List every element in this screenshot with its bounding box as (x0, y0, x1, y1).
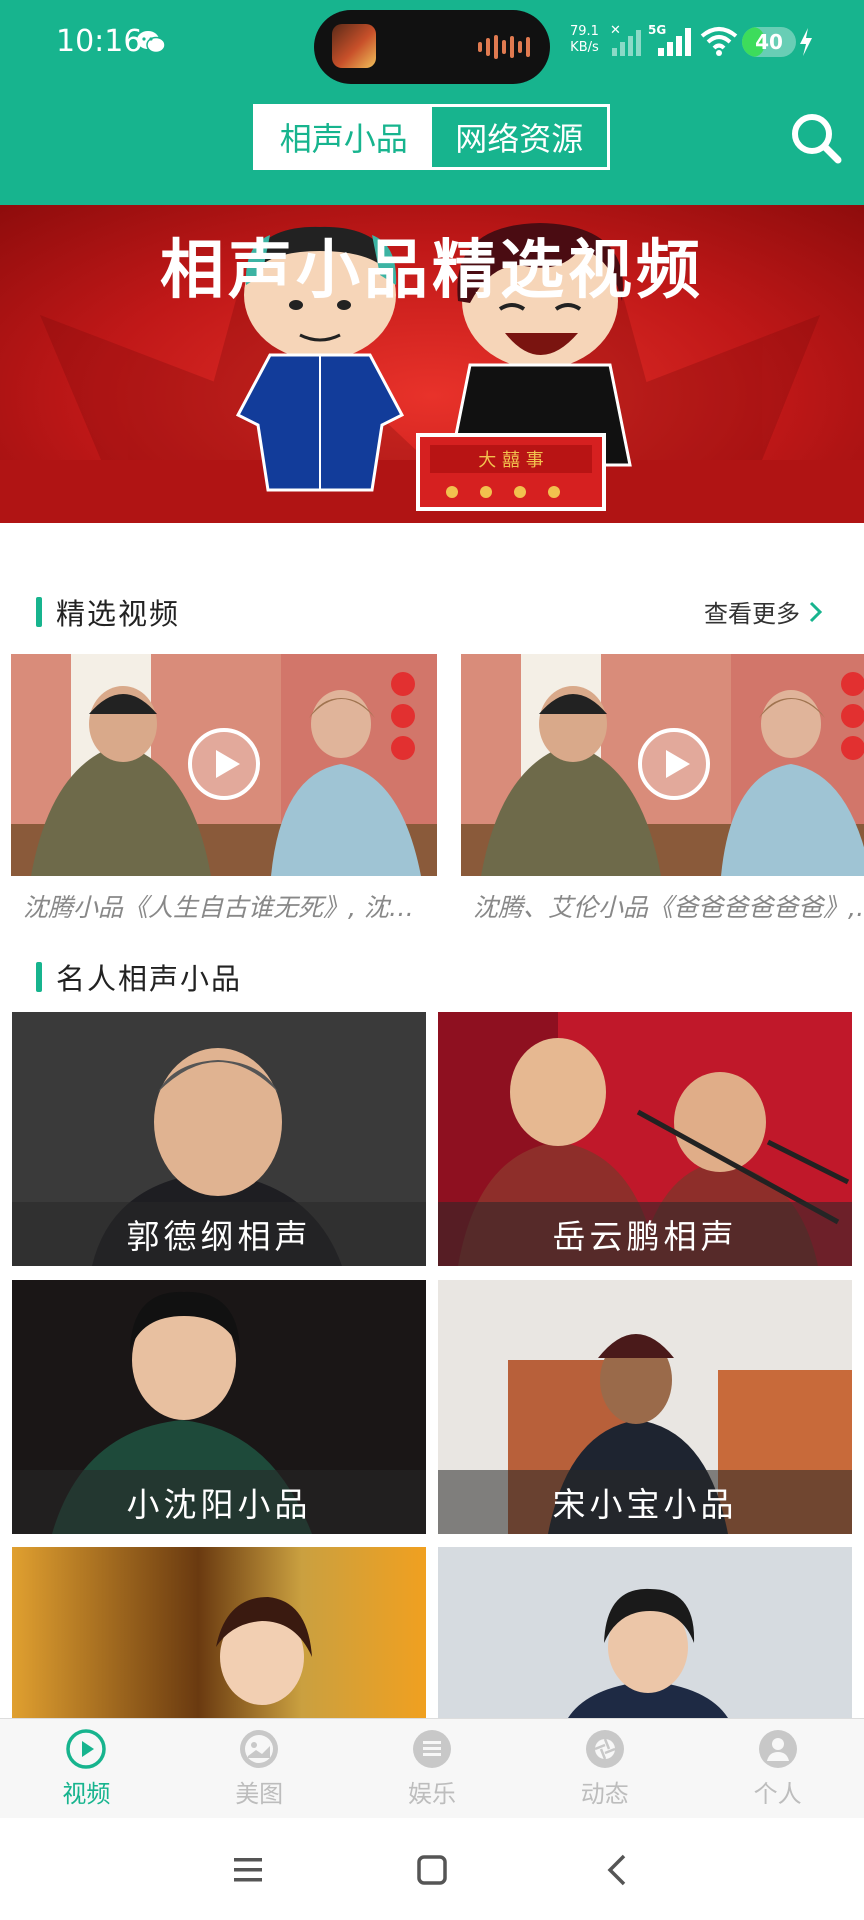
view-more-label[interactable]: 查看更多 (704, 594, 800, 629)
celebrity-label: 郭德纲相声 (12, 1202, 426, 1266)
celebrity-card[interactable] (438, 1547, 852, 1718)
battery-level: 40 (755, 30, 783, 54)
image-icon (240, 1730, 279, 1768)
menu-icon[interactable] (226, 1848, 270, 1892)
nav-label: 视频 (62, 1780, 111, 1808)
celebrity-label: 岳云鹏相声 (438, 1202, 852, 1266)
wechat-icon (137, 31, 166, 54)
list-icon (412, 1730, 451, 1768)
home-icon[interactable] (410, 1848, 454, 1892)
section-accent-bar (36, 597, 42, 627)
svg-text:✕: ✕ (610, 23, 621, 38)
net-speed: 79.1 KB/s (570, 24, 599, 56)
celebrity-card[interactable] (12, 1547, 426, 1718)
tab-network-resources[interactable]: 网络资源 (432, 107, 608, 167)
aperture-icon (585, 1730, 624, 1768)
battery-indicator: 40 (742, 27, 796, 57)
celebrity-photo (12, 1547, 426, 1718)
dynamic-island[interactable] (314, 10, 550, 84)
video-caption: 沈腾小品《人生自古谁无死》, 沈腾… (23, 893, 437, 922)
wifi-icon (700, 27, 738, 56)
signal-5g-icon: 5G (648, 23, 691, 56)
nav-item-images[interactable]: 美图 (173, 1719, 346, 1818)
bottom-nav: 视频 美图 娱乐 动态 个人 (0, 1718, 864, 1818)
view-more-link[interactable]: 查看更多 (704, 594, 824, 629)
nav-item-profile[interactable]: 个人 (691, 1719, 864, 1818)
play-icon (66, 1729, 107, 1769)
section-accent-bar (36, 962, 42, 992)
video-caption: 沈腾、艾伦小品《爸爸爸爸爸爸》, … (473, 893, 864, 922)
person-icon (758, 1730, 797, 1768)
status-time: 10:16 (56, 24, 143, 59)
nav-label: 美图 (235, 1780, 284, 1808)
no-signal-icon: ✕ (610, 23, 641, 56)
featured-section-header: 精选视频 (36, 592, 180, 632)
nav-item-video[interactable]: 视频 (0, 1719, 173, 1818)
celebrity-photo (438, 1547, 852, 1718)
celebrity-section-header: 名人相声小品 (36, 957, 242, 997)
media-thumbnail (332, 24, 376, 68)
charging-icon (800, 28, 812, 56)
promo-banner[interactable]: 大 囍 事 相声小品精选视频 (0, 205, 864, 523)
tab-crosstalk[interactable]: 相声小品 (256, 107, 432, 167)
video-card[interactable]: 沈腾小品《人生自古谁无死》, 沈腾… (11, 654, 437, 924)
chevron-right-icon (809, 601, 823, 622)
search-icon[interactable] (788, 110, 842, 164)
video-thumbnail[interactable] (11, 654, 437, 876)
video-thumbnail[interactable] (461, 654, 864, 876)
section-title-featured: 精选视频 (56, 597, 181, 631)
celebrity-card[interactable]: 郭德纲相声 (12, 1012, 426, 1266)
celebrity-card[interactable]: 宋小宝小品 (438, 1280, 852, 1534)
play-icon[interactable] (636, 726, 712, 802)
nav-label: 娱乐 (407, 1780, 456, 1808)
play-icon[interactable] (186, 726, 262, 802)
section-title-celebrities: 名人相声小品 (56, 962, 243, 996)
net-speed-value: 79.1 (570, 24, 599, 39)
category-tabs: 相声小品 网络资源 (253, 104, 610, 170)
nav-label: 个人 (753, 1780, 802, 1808)
net-speed-unit: KB/s (570, 40, 599, 55)
celebrity-card[interactable]: 岳云鹏相声 (438, 1012, 852, 1266)
app-header: 10:16 79.1 KB/s ✕ 5G 40 相声小品 网络资源 (0, 0, 864, 205)
back-icon[interactable] (596, 1848, 640, 1892)
network-type: 5G (648, 23, 666, 37)
video-card[interactable]: 沈腾、艾伦小品《爸爸爸爸爸爸》, … (461, 654, 864, 924)
celebrity-label: 小沈阳小品 (12, 1470, 426, 1534)
system-nav-bar (0, 1818, 864, 1920)
nav-label: 动态 (580, 1780, 629, 1808)
nav-item-entertainment[interactable]: 娱乐 (346, 1719, 519, 1818)
audio-wave-icon (478, 34, 530, 60)
celebrity-label: 宋小宝小品 (438, 1470, 852, 1534)
banner-sign-text: 大 囍 事 (478, 450, 543, 471)
nav-item-moments[interactable]: 动态 (518, 1719, 691, 1818)
celebrity-card[interactable]: 小沈阳小品 (12, 1280, 426, 1534)
banner-title: 相声小品精选视频 (160, 234, 704, 308)
